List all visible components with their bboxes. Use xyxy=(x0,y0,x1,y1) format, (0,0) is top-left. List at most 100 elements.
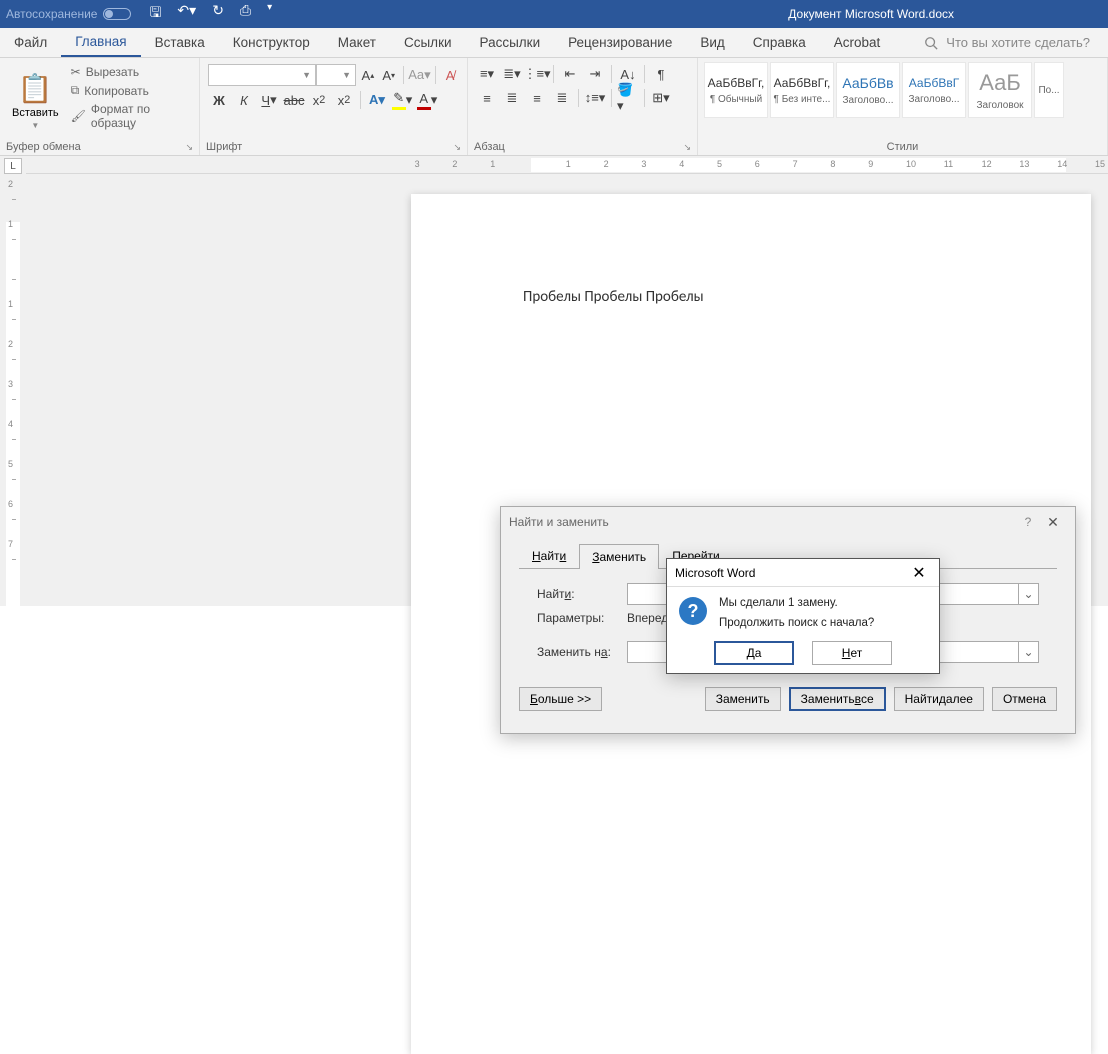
tab-view[interactable]: Вид xyxy=(686,28,738,57)
multilevel-button[interactable]: ⋮≡▾ xyxy=(526,64,548,84)
tab-insert[interactable]: Вставка xyxy=(141,28,219,57)
find-replace-titlebar[interactable]: Найти и заменить ? ✕ xyxy=(501,507,1075,537)
align-left-button[interactable]: ≡ xyxy=(476,88,498,108)
tab-mailings[interactable]: Рассылки xyxy=(466,28,555,57)
group-paragraph: ≡▾ ≣▾ ⋮≡▾ ⇤ ⇥ A↓ ¶ ≡ ≣ ≡ ≣ ↕≡▾ 🪣▾ xyxy=(468,58,698,155)
strike-button[interactable]: abc xyxy=(283,90,305,110)
numbering-button[interactable]: ≣▾ xyxy=(501,64,523,84)
superscript-button[interactable]: x2 xyxy=(333,90,355,110)
tab-review[interactable]: Рецензирование xyxy=(554,28,686,57)
tab-selector[interactable]: L xyxy=(4,158,22,174)
close-icon[interactable]: ✕ xyxy=(907,563,931,583)
tab-acrobat[interactable]: Acrobat xyxy=(820,28,895,57)
format-painter-button[interactable]: 🖌 Формат по образцу xyxy=(69,101,193,131)
cancel-button[interactable]: Отмена xyxy=(992,687,1057,711)
more-button[interactable]: Больше >> xyxy=(519,687,602,711)
bold-button[interactable]: Ж xyxy=(208,90,230,110)
shrink-font-button[interactable]: A▾ xyxy=(380,65,398,85)
increase-indent-button[interactable]: ⇥ xyxy=(584,64,606,84)
style-gallery[interactable]: АаБбВвГг,¶ Обычный АаБбВвГг,¶ Без инте..… xyxy=(704,62,1064,139)
borders-button[interactable]: ⊞▾ xyxy=(650,88,672,108)
show-marks-button[interactable]: ¶ xyxy=(650,64,672,84)
grow-font-button[interactable]: A▴ xyxy=(359,65,377,85)
find-replace-title: Найти и заменить xyxy=(509,515,609,529)
search-params-value: Вперед xyxy=(627,611,668,625)
yes-button[interactable]: Да xyxy=(714,641,794,665)
sort-button[interactable]: A↓ xyxy=(617,64,639,84)
paragraph-group-label: Абзац xyxy=(474,141,505,153)
highlight-button[interactable]: ✎▾ xyxy=(391,90,413,110)
vertical-ruler[interactable]: L 211234567 xyxy=(0,174,26,606)
autosave-switch-off[interactable] xyxy=(103,8,131,20)
find-what-label: Найти: xyxy=(537,587,627,601)
style-heading1[interactable]: АаБбВвЗаголово... xyxy=(836,62,900,118)
replace-all-button[interactable]: Заменить все xyxy=(789,687,886,711)
cut-button[interactable]: ✂Вырезать xyxy=(69,64,193,80)
justify-button[interactable]: ≣ xyxy=(551,88,573,108)
autosave-toggle[interactable]: Автосохранение xyxy=(6,7,131,21)
align-center-button[interactable]: ≣ xyxy=(501,88,523,108)
underline-button[interactable]: Ч▾ xyxy=(258,90,280,110)
font-size-combo[interactable]: ▼ xyxy=(316,64,356,86)
tab-home[interactable]: Главная xyxy=(61,28,140,57)
tab-design[interactable]: Конструктор xyxy=(219,28,324,57)
tab-file[interactable]: Файл xyxy=(0,28,61,57)
group-styles: АаБбВвГг,¶ Обычный АаБбВвГг,¶ Без инте..… xyxy=(698,58,1108,155)
align-right-button[interactable]: ≡ xyxy=(526,88,548,108)
copy-label: Копировать xyxy=(84,84,149,98)
tab-find-inner[interactable]: Найти xyxy=(519,543,579,568)
copy-button[interactable]: ⧉Копировать xyxy=(69,82,193,99)
brush-icon: 🖌 xyxy=(71,109,86,123)
text-effects-button[interactable]: A▾ xyxy=(366,90,388,110)
tab-layout[interactable]: Макет xyxy=(324,28,390,57)
style-more[interactable]: По... xyxy=(1034,62,1064,118)
ribbon-tabs: Файл Главная Вставка Конструктор Макет С… xyxy=(0,28,1108,58)
replace-button[interactable]: Заменить xyxy=(705,687,781,711)
font-name-combo[interactable]: ▼ xyxy=(208,64,316,86)
close-icon[interactable]: ✕ xyxy=(1039,512,1067,532)
paste-button[interactable]: 📋 Вставить ▼ xyxy=(6,62,65,139)
paragraph-launcher-icon[interactable]: ↘ xyxy=(683,142,691,153)
style-normal[interactable]: АаБбВвГг,¶ Обычный xyxy=(704,62,768,118)
title-bar: Автосохранение 🖫 ↶▾ ↻ ⎙ ▾ Документ Micro… xyxy=(0,0,1108,28)
horizontal-ruler[interactable]: 321123456789101112131415 xyxy=(26,156,1108,174)
style-heading2[interactable]: АаБбВвГЗаголово... xyxy=(902,62,966,118)
tab-references[interactable]: Ссылки xyxy=(390,28,466,57)
ribbon: 📋 Вставить ▼ ✂Вырезать ⧉Копировать 🖌 Форм… xyxy=(0,58,1108,156)
clipboard-launcher-icon[interactable]: ↘ xyxy=(185,142,193,153)
bullets-button[interactable]: ≡▾ xyxy=(476,64,498,84)
paste-icon: 📋 xyxy=(18,72,53,105)
shading-button[interactable]: 🪣▾ xyxy=(617,88,639,108)
subscript-button[interactable]: x2 xyxy=(308,90,330,110)
font-group-label: Шрифт xyxy=(206,141,242,153)
format-painter-label: Формат по образцу xyxy=(91,102,191,130)
font-launcher-icon[interactable]: ↘ xyxy=(453,142,461,153)
no-button[interactable]: Нет xyxy=(812,641,892,665)
clear-format-button[interactable]: A̸ xyxy=(441,65,459,85)
paste-label: Вставить xyxy=(12,107,59,119)
change-case-button[interactable]: Aa▾ xyxy=(408,65,430,85)
autosave-label: Автосохранение xyxy=(6,7,97,21)
style-title[interactable]: АаБЗаголовок xyxy=(968,62,1032,118)
line-spacing-button[interactable]: ↕≡▾ xyxy=(584,88,606,108)
group-clipboard: 📋 Вставить ▼ ✂Вырезать ⧉Копировать 🖌 Форм… xyxy=(0,58,200,155)
search-params-label: Параметры: xyxy=(537,611,627,625)
decrease-indent-button[interactable]: ⇤ xyxy=(559,64,581,84)
tab-replace-inner[interactable]: Заменить xyxy=(579,544,659,569)
document-text[interactable]: Пробелы Пробелы Пробелы xyxy=(523,288,704,306)
font-color-button[interactable]: A▾ xyxy=(416,90,438,110)
workspace: 321123456789101112131415 L 211234567 Про… xyxy=(0,156,1108,606)
message-line1: Мы сделали 1 замену. xyxy=(719,597,874,609)
chevron-down-icon[interactable]: ⌄ xyxy=(1018,642,1038,662)
search-icon xyxy=(924,36,938,50)
tell-me-search[interactable]: Что вы хотите сделать? xyxy=(924,35,1108,50)
help-icon[interactable]: ? xyxy=(1017,515,1039,529)
find-next-button[interactable]: Найти далее xyxy=(894,687,984,711)
chevron-down-icon[interactable]: ⌄ xyxy=(1018,584,1038,604)
scissors-icon: ✂ xyxy=(71,65,81,79)
tab-help[interactable]: Справка xyxy=(739,28,820,57)
italic-button[interactable]: К xyxy=(233,90,255,110)
tell-me-label: Что вы хотите сделать? xyxy=(946,35,1090,50)
style-no-spacing[interactable]: АаБбВвГг,¶ Без инте... xyxy=(770,62,834,118)
message-titlebar[interactable]: Microsoft Word ✕ xyxy=(667,559,939,587)
